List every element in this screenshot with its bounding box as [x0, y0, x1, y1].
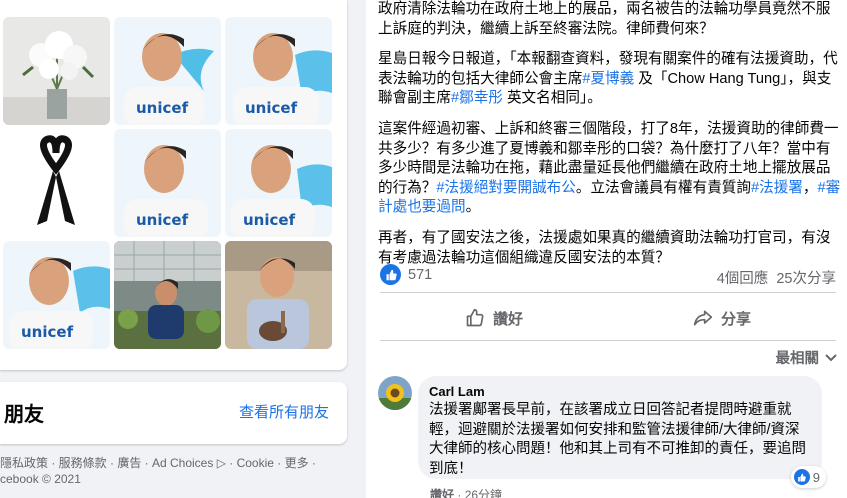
portrait-image: unicef: [225, 129, 332, 237]
share-button[interactable]: 分享: [608, 296, 836, 340]
post-paragraph-1: 政府清除法輪功在政府土地上的展品，兩名被告的法輪功學員竟然不服上訴庭的判決，繼續…: [378, 1, 831, 37]
unicef-portrait-1[interactable]: unicef: [114, 17, 221, 125]
hashtag-link[interactable]: #法援絕對要開誠布公: [436, 180, 575, 196]
post-actions: 讚好 分享: [380, 296, 836, 340]
comment-share-counts: 4個回應 25次分享: [717, 267, 836, 288]
footer-line-1[interactable]: 隱私政策 · 服務條款 · 廣告 · Ad Choices ▷ · Cookie…: [0, 455, 347, 471]
see-all-friends-link[interactable]: 查看所有朋友: [239, 401, 329, 422]
like-button[interactable]: 讚好: [380, 296, 608, 340]
portrait-image: unicef: [114, 129, 221, 237]
comment-like-link[interactable]: 讚好: [430, 488, 454, 498]
post-card: 政府清除法輪功在政府土地上的展品，兩名被告的法輪功學員竟然不服上訴庭的判決，繼續…: [366, 0, 847, 498]
comment-text: 法援署鄺署長早前，在該署成立日回答記者提問時避重就輕，迴避關於法援署如何安排和監…: [429, 402, 806, 477]
share-button-label: 分享: [720, 310, 751, 328]
tea-cup-image: [225, 241, 332, 349]
share-count[interactable]: 25次分享: [776, 271, 836, 287]
post-text-span: 。: [465, 199, 481, 216]
thumbs-up-icon: [798, 473, 807, 481]
post-body: 政府清除法輪功在政府土地上的展品，兩名被告的法輪功學員竟然不服上訴庭的判決，繼續…: [378, 0, 844, 279]
post-paragraph-3: 這案件經過初審、上訴和終審三個階段，打了8年，法援資助的律師費一共多少？有多少進…: [378, 120, 844, 218]
black-ribbon-photo[interactable]: [3, 129, 110, 237]
thumbs-up-icon: [386, 269, 397, 280]
svg-text:unicef: unicef: [243, 211, 296, 229]
share-arrow-icon: [693, 310, 713, 326]
post-text-span: 英文名相同」。: [506, 90, 602, 107]
svg-text:unicef: unicef: [136, 211, 189, 229]
sort-label: 最相關: [775, 351, 820, 367]
post-paragraph-4: 再者，有了國安法之後，法援處如果真的繼續資助法輪功打官司，有沒有考慮過法輪功這個…: [378, 229, 831, 266]
sunflower-avatar-image: [378, 376, 412, 410]
unicef-portrait-3[interactable]: unicef: [114, 129, 221, 237]
friends-title: 朋友: [4, 404, 44, 426]
unicef-portrait-4[interactable]: unicef: [225, 129, 332, 237]
portrait-image: unicef: [3, 241, 110, 349]
photo-grid: unicef unicef unicef unicef unicef: [3, 17, 333, 349]
footer-line-2: cebook © 2021: [0, 472, 81, 486]
comment-sort-dropdown[interactable]: 最相關: [776, 347, 838, 368]
photos-card: unicef unicef unicef unicef unicef: [0, 0, 347, 370]
hashtag-link[interactable]: #法援署: [751, 180, 803, 196]
post-stats: 571 4個回應 25次分享: [380, 264, 836, 288]
divider: [380, 340, 836, 341]
tea-cup-photo[interactable]: [225, 241, 332, 349]
svg-text:unicef: unicef: [21, 323, 74, 341]
comment-reaction-count: 9: [812, 469, 820, 485]
white-flowers-photo[interactable]: [3, 17, 110, 125]
friends-card: 朋友 查看所有朋友: [0, 382, 347, 444]
footer-links: 隱私政策 · 服務條款 · 廣告 · Ad Choices ▷ · Cookie…: [0, 455, 347, 487]
like-count[interactable]: 571: [408, 267, 432, 283]
portrait-image: unicef: [114, 17, 221, 125]
comment-timestamp[interactable]: 26分鐘: [465, 488, 502, 498]
portrait-image: unicef: [225, 17, 332, 125]
divider: [380, 292, 836, 293]
svg-text:unicef: unicef: [136, 99, 189, 117]
hashtag-link[interactable]: #夏博義: [582, 71, 634, 87]
like-reaction-icon: [793, 469, 810, 485]
svg-text:unicef: unicef: [245, 99, 298, 117]
comment-author[interactable]: Carl Lam: [429, 384, 485, 399]
garden-photo[interactable]: [114, 241, 221, 349]
garden-image: [114, 241, 221, 349]
avatar[interactable]: [378, 376, 412, 410]
thumbs-up-outline-icon: [466, 308, 484, 327]
like-button-label: 讚好: [492, 310, 523, 328]
chevron-down-icon: [825, 353, 837, 361]
white-flowers-image: [3, 17, 110, 125]
hashtag-link[interactable]: #鄒幸彤: [451, 90, 503, 106]
unicef-portrait-5[interactable]: unicef: [3, 241, 110, 349]
black-ribbon-image: [3, 129, 110, 237]
like-reaction-icon[interactable]: [380, 264, 401, 285]
comment-bubble: Carl Lam 法援署鄺署長早前，在該署成立日回答記者提問時避重就輕，迴避關於…: [418, 376, 826, 488]
post-paragraph-2: 星島日報今日報道，「本報翻查資料，發現有關案件的確有法援資助，代表法輪功的包括大…: [378, 50, 844, 109]
unicef-portrait-2[interactable]: unicef: [225, 17, 332, 125]
comment-reactions[interactable]: 9: [790, 466, 826, 488]
comment-count[interactable]: 4個回應: [717, 271, 769, 287]
post-text-span: 。立法會議員有權有責質詢: [575, 179, 751, 196]
comment-meta: 讚好 · 26分鐘: [430, 486, 502, 498]
post-text-span: ，: [802, 179, 818, 196]
